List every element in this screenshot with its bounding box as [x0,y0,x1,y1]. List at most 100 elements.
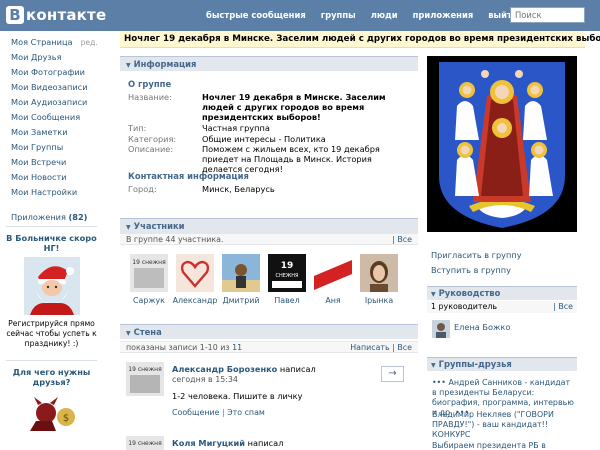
post-author-avatar[interactable]: 19 снежня [126,362,164,396]
member-item[interactable]: 19 снежня Саржук [126,254,172,305]
info-row-city: Город: Минск, Беларусь [128,184,412,194]
left-menu: Моя Страница ред. Мои Друзья Мои Фотограф… [0,31,100,225]
member-avatar[interactable]: 19 СНЕЖНЯ [268,254,306,292]
wall-section-header[interactable]: ▼ Стена [120,324,418,339]
ad-block-2[interactable]: Для чего нужны друзья? $ [6,360,97,433]
invite-to-group-link[interactable]: Пригласить в группу [431,250,522,260]
post-spam-link[interactable]: Это спам [227,408,265,417]
leaders-all-link[interactable]: | Все [553,301,573,313]
info-row-name: Название: Ночлег 19 декабря в Минске. За… [128,92,412,122]
collapse-arrow-icon: ▼ [431,362,436,369]
menu-events[interactable]: Мои Встречи [0,155,100,170]
member-name[interactable]: Алексaндр [172,296,218,305]
member-item[interactable]: Ірынка [356,254,402,305]
search-input[interactable] [510,7,585,23]
menu-photos[interactable]: Мои Фотографии [0,65,100,80]
menu-videos[interactable]: Мои Видеозаписи [0,80,100,95]
info-section-header[interactable]: ▼ Информация [120,56,418,71]
members-count: В группе 44 участника. [126,235,224,244]
wall-total-link[interactable]: 11 [232,343,242,352]
post-author-name[interactable]: Александр Борозенко [172,364,277,374]
leaders-subbar: 1 руководитель | Все [427,301,577,313]
top-header: B контакте быстрые сообщения группы люди… [0,0,600,31]
member-item[interactable]: Аня [310,254,356,305]
leader-avatar[interactable] [432,320,450,338]
menu-friends[interactable]: Мои Друзья [0,50,100,65]
post-author-name[interactable]: Коля Мигуцкий [172,438,245,448]
members-section-header[interactable]: ▼ Участники [120,218,418,233]
menu-apps-count: (82) [68,212,88,222]
name-label: Название: [128,92,172,102]
santa-image[interactable] [23,257,80,315]
edit-link[interactable]: ред. [81,38,98,47]
logo-text: контакте [26,6,107,24]
ad-block-1[interactable]: В Больничке скоро НГ! Регистрируйся прям… [6,226,97,349]
member-avatar[interactable]: 19 снежня [130,254,168,292]
member-item[interactable]: 19 СНЕЖНЯ Павел [264,254,310,305]
ad-text[interactable]: Регистрируйся прямо сейчас чтобы успеть … [6,319,97,349]
wall-subbar: показаны записи 1-10 из 11 Написать | Вс… [120,341,418,353]
type-value: Частная группа [202,123,270,133]
leaders-section-header[interactable]: ▼ Руководство [427,286,577,300]
member-name[interactable]: Ірынка [356,296,402,305]
member-avatar[interactable] [176,254,214,292]
menu-notes[interactable]: Мои Заметки [0,125,100,140]
menu-my-page[interactable]: Моя Страница ред. [0,35,100,50]
friend-groups-section-header[interactable]: ▼ Группы-друзья [427,357,577,371]
wall-separator: | [392,343,395,352]
desc-label: Описание: [128,144,174,154]
menu-audio[interactable]: Мои Аудиозаписи [0,95,100,110]
nav-quick-messages[interactable]: быстрые сообщения [206,10,306,20]
members-all-link[interactable]: | Все [392,234,412,245]
nav-groups[interactable]: группы [321,10,356,20]
leader-name[interactable]: Елена Божко [454,322,510,332]
menu-groups[interactable]: Мои Группы [0,140,100,155]
post-action: написал [247,438,284,448]
member-avatar[interactable] [314,254,352,292]
info-row-category: Категория: Общие интересы - Политика [128,134,412,144]
friend-group-link[interactable]: Владимир Некляев ("ГОВОРИ ПРАВДУ!") - ва… [432,410,577,440]
reply-arrow-button[interactable]: → [381,366,404,382]
member-avatar[interactable] [222,254,260,292]
member-name[interactable]: Павел [264,296,310,305]
wall-write-link[interactable]: Написать [350,343,389,352]
menu-apps[interactable]: Приложения (82) [0,210,100,225]
member-name[interactable]: Аня [310,296,356,305]
post-date: сегодня в 15:34 [172,375,238,384]
nav-people[interactable]: люди [371,10,398,20]
ad-title[interactable]: Для чего нужны друзья? [6,367,97,387]
leaders-header-label: Руководство [438,288,501,298]
post-message-link[interactable]: Сообщение [172,408,219,417]
name-value: Ночлег 19 декабря в Минске. Заселим люде… [202,92,386,122]
logo[interactable]: B контакте [6,5,106,25]
nav-apps[interactable]: приложения [413,10,474,20]
leaders-all-label[interactable]: Все [558,302,573,311]
menu-settings[interactable]: Мои Настройки [0,185,100,200]
post-links: Сообщение | Это спам [172,408,265,417]
about-group-title: О группе [128,79,172,89]
member-name[interactable]: Дмитрий [218,296,264,305]
wall-all-link[interactable]: Все [397,343,412,352]
member-avatar[interactable] [360,254,398,292]
menu-my-page-label[interactable]: Моя Страница [11,37,73,47]
group-avatar-coat-of-arms[interactable] [427,56,577,232]
ad-title[interactable]: В Больничке скоро НГ! [6,233,97,253]
member-name[interactable]: Саржук [126,296,172,305]
svg-text:19 снежня: 19 снежня [132,259,166,266]
info-row-type: Тип: Частная группа [128,123,412,133]
ad-image[interactable]: $ [21,391,82,433]
member-item[interactable]: Дмитрий [218,254,264,305]
svg-text:19: 19 [281,261,294,271]
post-action: написал [279,364,316,374]
join-group-link[interactable]: Вступить в группу [431,265,511,275]
friend-group-link[interactable]: Выбираем президента РБ в [432,441,577,450]
member-item[interactable]: Алексaндр [172,254,218,305]
members-all-label[interactable]: Все [397,235,412,244]
post-author-avatar[interactable]: 19 снежня [126,436,164,450]
category-label: Категория: [128,134,177,144]
menu-apps-label: Приложения [11,212,66,222]
menu-messages[interactable]: Мои Сообщения [0,110,100,125]
menu-news[interactable]: Мои Новости [0,170,100,185]
type-label: Тип: [128,123,147,133]
logo-badge: B [6,6,24,24]
